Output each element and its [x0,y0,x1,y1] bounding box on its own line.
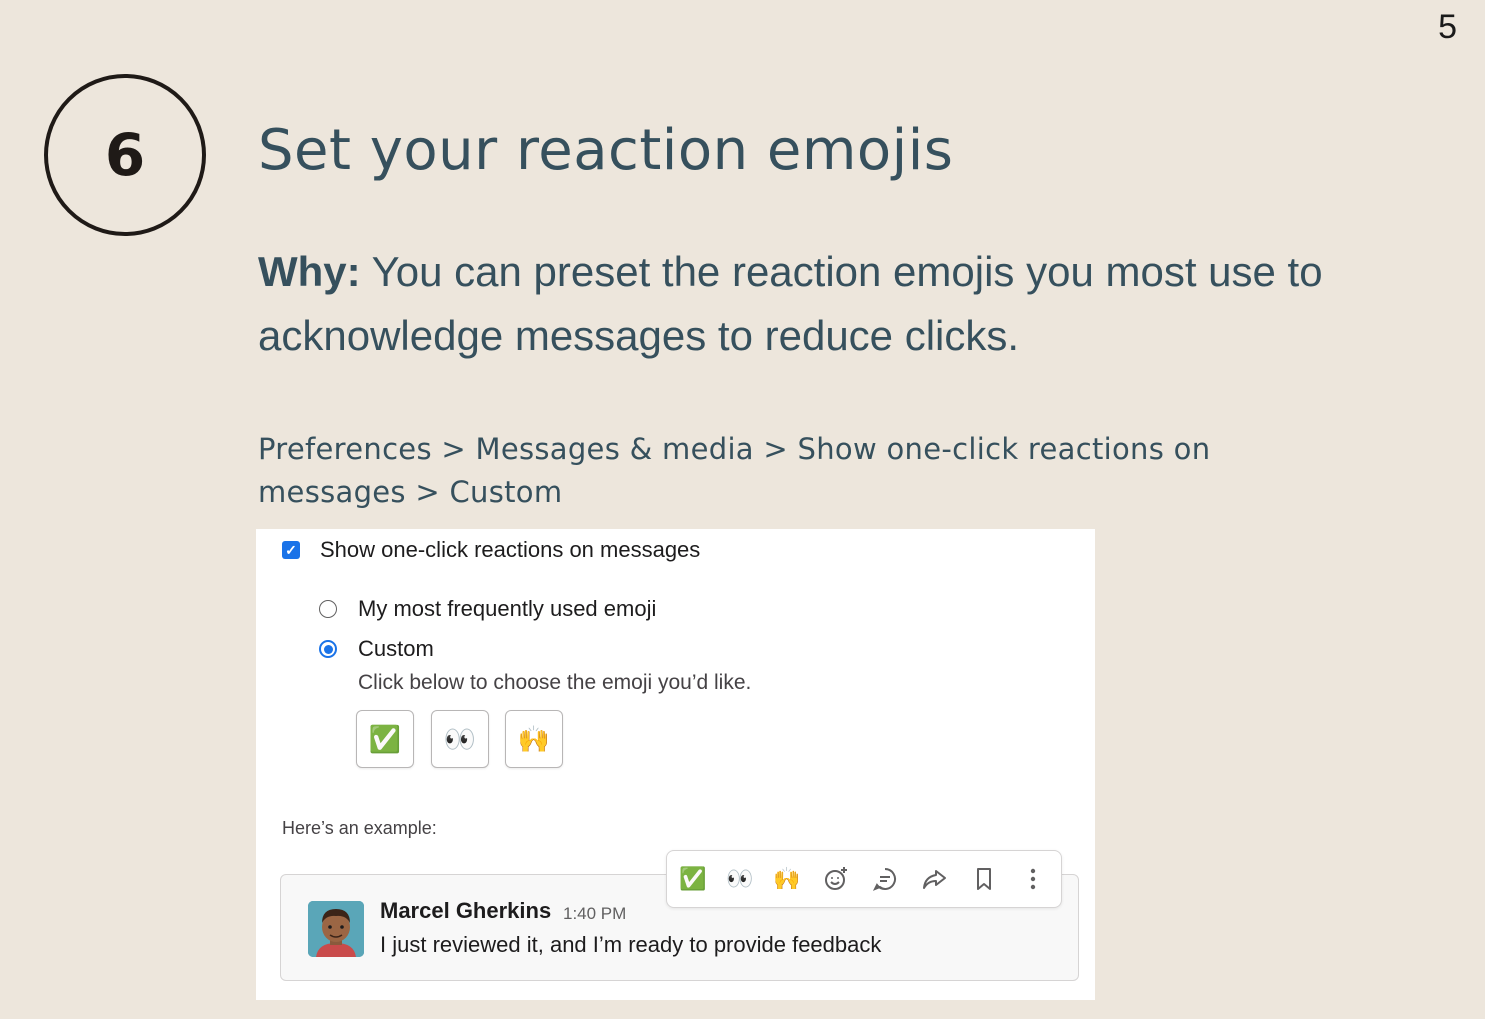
emoji-choice-button-check[interactable]: ✅ [356,710,414,768]
custom-emoji-radio[interactable] [319,640,337,658]
settings-panel: ✓ Show one-click reactions on messages M… [256,529,1095,1000]
why-text: You can preset the reaction emojis you m… [258,248,1323,359]
bookmark-icon[interactable] [968,863,1000,895]
avatar[interactable] [308,901,364,957]
frequent-emoji-radio[interactable] [319,600,337,618]
example-label: Here’s an example: [282,818,437,838]
quick-reaction-eyes-button[interactable]: 👀 [724,863,756,895]
quick-reaction-check-button[interactable]: ✅ [677,863,709,895]
page-title: Set your reaction emojis [258,118,954,183]
more-actions-icon[interactable] [1017,863,1049,895]
message-actions-toolbar: ✅ 👀 🙌 [666,850,1062,908]
why-label: Why: [258,248,361,295]
step-number-badge: 6 [44,74,206,236]
page-number: 5 [1438,8,1457,46]
custom-emoji-label[interactable]: Custom [358,636,434,662]
add-reaction-icon[interactable] [820,863,852,895]
show-reactions-checkbox[interactable]: ✓ [282,541,300,559]
why-paragraph: Why: You can preset the reaction emojis … [258,240,1348,368]
quick-reaction-raised-hands-button[interactable]: 🙌 [771,863,803,895]
share-icon[interactable] [918,863,950,895]
emoji-choice-button-eyes[interactable]: 👀 [431,710,489,768]
preferences-path: Preferences > Messages & media > Show on… [258,432,1211,509]
message-text: I just reviewed it, and I’m ready to pro… [380,932,882,957]
message-time[interactable]: 1:40 PM [563,904,626,924]
emoji-choice-button-raised-hands[interactable]: 🙌 [505,710,563,768]
frequent-emoji-label[interactable]: My most frequently used emoji [358,596,656,622]
step-number: 6 [104,121,146,189]
show-reactions-label[interactable]: Show one-click reactions on messages [320,537,700,563]
message-author[interactable]: Marcel Gherkins [380,898,551,924]
emoji-hint: Click below to choose the emoji you’d li… [358,671,752,694]
reply-in-thread-icon[interactable] [869,863,901,895]
